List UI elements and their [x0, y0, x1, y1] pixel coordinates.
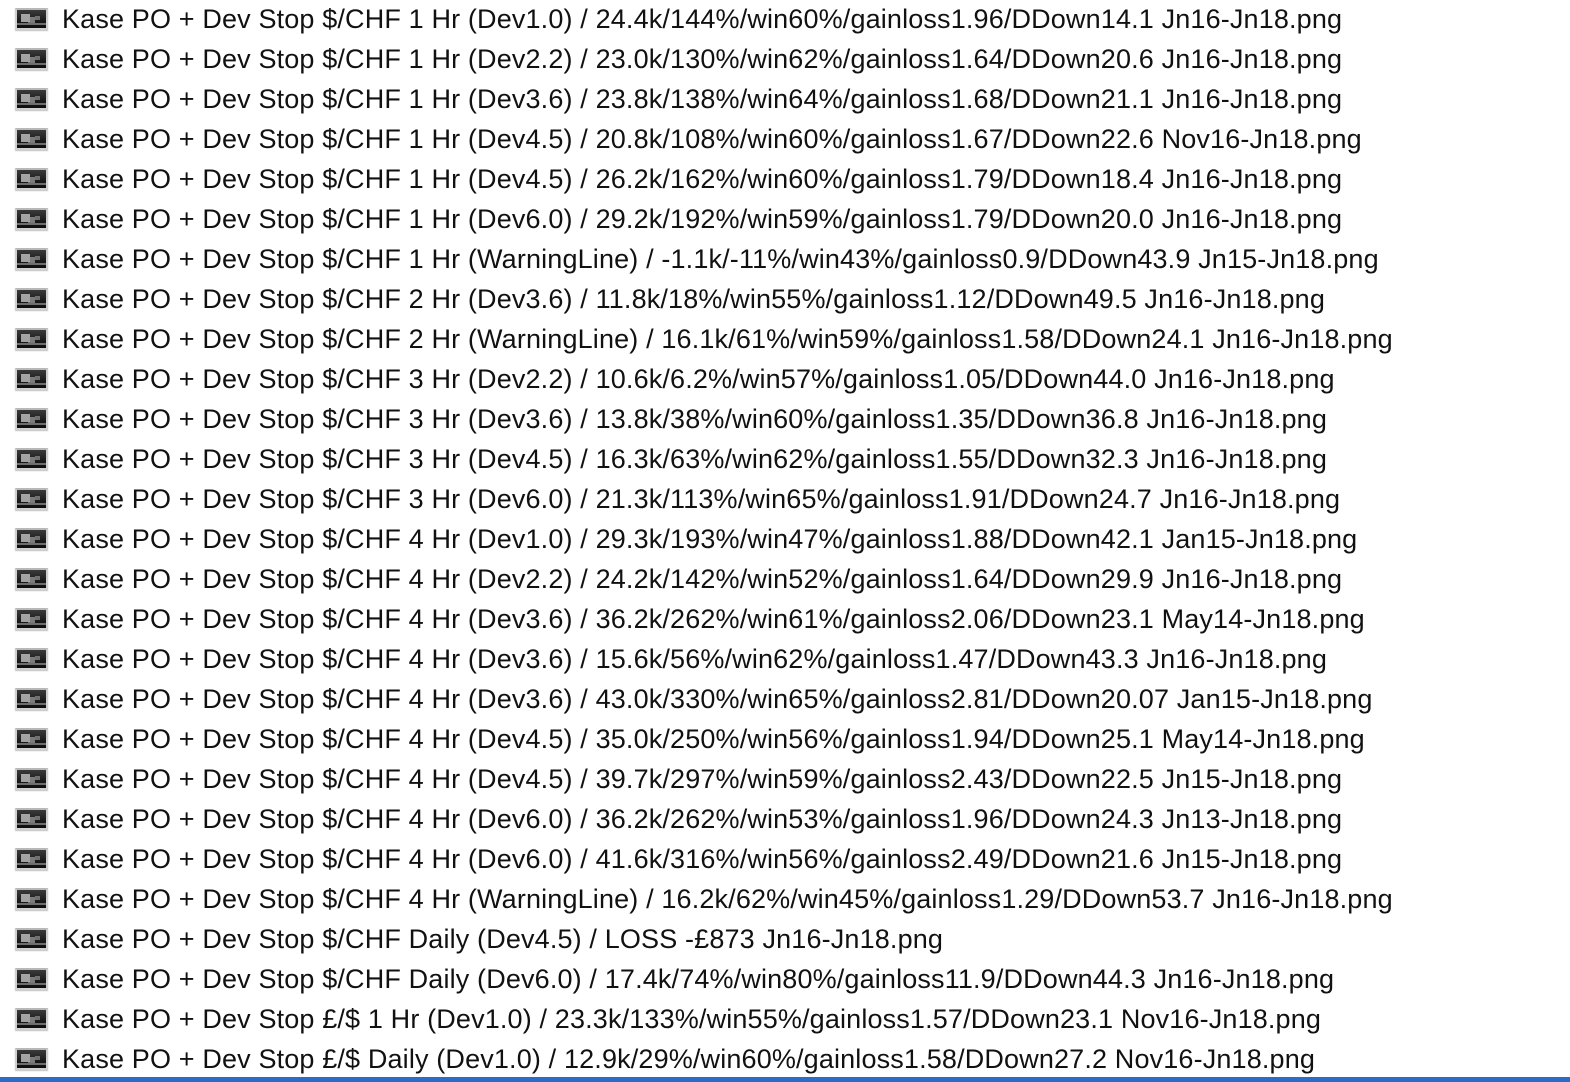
file-row[interactable]: Kase PO + Dev Stop $/CHF 4 Hr (WarningLi…: [0, 880, 1570, 920]
image-file-icon[interactable]: [15, 968, 48, 990]
file-row[interactable]: Kase PO + Dev Stop $/CHF 4 Hr (Dev3.6) /…: [0, 640, 1570, 680]
image-file-icon[interactable]: [15, 328, 48, 350]
file-name[interactable]: Kase PO + Dev Stop $/CHF 4 Hr (Dev3.6) /…: [62, 600, 1365, 640]
file-name[interactable]: Kase PO + Dev Stop $/CHF 4 Hr (Dev1.0) /…: [62, 520, 1357, 560]
file-name[interactable]: Kase PO + Dev Stop $/CHF 3 Hr (Dev6.0) /…: [62, 480, 1340, 520]
file-row[interactable]: Kase PO + Dev Stop $/CHF 3 Hr (Dev2.2) /…: [0, 360, 1570, 400]
image-file-icon[interactable]: [15, 168, 48, 190]
file-name[interactable]: Kase PO + Dev Stop $/CHF 4 Hr (Dev6.0) /…: [62, 800, 1342, 840]
file-name[interactable]: Kase PO + Dev Stop $/CHF 4 Hr (Dev4.5) /…: [62, 720, 1365, 760]
file-name[interactable]: Kase PO + Dev Stop $/CHF 4 Hr (Dev2.2) /…: [62, 560, 1342, 600]
file-row[interactable]: Kase PO + Dev Stop £/$ Daily (Dev1.0) / …: [0, 1040, 1570, 1077]
image-file-icon[interactable]: [15, 848, 48, 870]
file-name[interactable]: Kase PO + Dev Stop $/CHF 3 Hr (Dev3.6) /…: [62, 400, 1327, 440]
file-name[interactable]: Kase PO + Dev Stop $/CHF Daily (Dev6.0) …: [62, 960, 1334, 1000]
file-row[interactable]: Kase PO + Dev Stop $/CHF Daily (Dev4.5) …: [0, 920, 1570, 960]
file-name[interactable]: Kase PO + Dev Stop $/CHF 1 Hr (Dev6.0) /…: [62, 200, 1342, 240]
image-file-icon[interactable]: [15, 608, 48, 630]
image-file-icon[interactable]: [15, 1048, 48, 1070]
file-row[interactable]: Kase PO + Dev Stop $/CHF 4 Hr (Dev6.0) /…: [0, 800, 1570, 840]
image-file-icon[interactable]: [15, 768, 48, 790]
file-name[interactable]: Kase PO + Dev Stop $/CHF 1 Hr (WarningLi…: [62, 240, 1379, 280]
file-name[interactable]: Kase PO + Dev Stop $/CHF 4 Hr (Dev3.6) /…: [62, 680, 1373, 720]
file-name[interactable]: Kase PO + Dev Stop $/CHF 4 Hr (Dev3.6) /…: [62, 640, 1327, 680]
image-file-icon[interactable]: [15, 208, 48, 230]
image-file-icon[interactable]: [15, 488, 48, 510]
file-name[interactable]: Kase PO + Dev Stop $/CHF Daily (Dev4.5) …: [62, 920, 943, 960]
file-row[interactable]: Kase PO + Dev Stop $/CHF 4 Hr (Dev3.6) /…: [0, 680, 1570, 720]
file-row[interactable]: Kase PO + Dev Stop $/CHF 4 Hr (Dev4.5) /…: [0, 760, 1570, 800]
file-name[interactable]: Kase PO + Dev Stop $/CHF 2 Hr (Dev3.6) /…: [62, 280, 1325, 320]
file-row[interactable]: Kase PO + Dev Stop $/CHF Daily (Dev6.0) …: [0, 960, 1570, 1000]
image-file-icon[interactable]: [15, 808, 48, 830]
file-row[interactable]: Kase PO + Dev Stop $/CHF 1 Hr (Dev1.0) /…: [0, 0, 1570, 40]
image-file-icon[interactable]: [15, 1008, 48, 1030]
image-file-icon[interactable]: [15, 128, 48, 150]
file-row[interactable]: Kase PO + Dev Stop $/CHF 2 Hr (Dev3.6) /…: [0, 280, 1570, 320]
file-name[interactable]: Kase PO + Dev Stop $/CHF 1 Hr (Dev3.6) /…: [62, 80, 1342, 120]
image-file-icon[interactable]: [15, 528, 48, 550]
image-file-icon[interactable]: [15, 568, 48, 590]
file-name[interactable]: Kase PO + Dev Stop $/CHF 3 Hr (Dev4.5) /…: [62, 440, 1327, 480]
file-name[interactable]: Kase PO + Dev Stop $/CHF 4 Hr (Dev6.0) /…: [62, 840, 1342, 880]
image-file-icon[interactable]: [15, 8, 48, 30]
file-row[interactable]: Kase PO + Dev Stop $/CHF 4 Hr (Dev2.2) /…: [0, 560, 1570, 600]
file-row[interactable]: Kase PO + Dev Stop $/CHF 3 Hr (Dev4.5) /…: [0, 440, 1570, 480]
file-row[interactable]: Kase PO + Dev Stop £/$ 1 Hr (Dev1.0) / 2…: [0, 1000, 1570, 1040]
file-list: Kase PO + Dev Stop $/CHF 1 Hr (Dev1.0) /…: [0, 0, 1570, 1077]
file-name[interactable]: Kase PO + Dev Stop $/CHF 4 Hr (Dev4.5) /…: [62, 760, 1342, 800]
image-file-icon[interactable]: [15, 408, 48, 430]
file-name[interactable]: Kase PO + Dev Stop $/CHF 2 Hr (WarningLi…: [62, 320, 1393, 360]
file-row[interactable]: Kase PO + Dev Stop $/CHF 1 Hr (Dev2.2) /…: [0, 40, 1570, 80]
image-file-icon[interactable]: [15, 288, 48, 310]
file-name[interactable]: Kase PO + Dev Stop $/CHF 4 Hr (WarningLi…: [62, 880, 1393, 920]
image-file-icon[interactable]: [15, 928, 48, 950]
file-row[interactable]: Kase PO + Dev Stop $/CHF 1 Hr (WarningLi…: [0, 240, 1570, 280]
selection-bar: [0, 1077, 1570, 1082]
file-name[interactable]: Kase PO + Dev Stop £/$ Daily (Dev1.0) / …: [62, 1040, 1315, 1077]
file-row[interactable]: Kase PO + Dev Stop $/CHF 2 Hr (WarningLi…: [0, 320, 1570, 360]
image-file-icon[interactable]: [15, 448, 48, 470]
file-row[interactable]: Kase PO + Dev Stop $/CHF 3 Hr (Dev3.6) /…: [0, 400, 1570, 440]
file-row[interactable]: Kase PO + Dev Stop $/CHF 4 Hr (Dev1.0) /…: [0, 520, 1570, 560]
file-name[interactable]: Kase PO + Dev Stop $/CHF 3 Hr (Dev2.2) /…: [62, 360, 1335, 400]
image-file-icon[interactable]: [15, 728, 48, 750]
image-file-icon[interactable]: [15, 368, 48, 390]
file-row[interactable]: Kase PO + Dev Stop $/CHF 4 Hr (Dev4.5) /…: [0, 720, 1570, 760]
file-name[interactable]: Kase PO + Dev Stop $/CHF 1 Hr (Dev4.5) /…: [62, 120, 1362, 160]
file-name[interactable]: Kase PO + Dev Stop £/$ 1 Hr (Dev1.0) / 2…: [62, 1000, 1321, 1040]
image-file-icon[interactable]: [15, 648, 48, 670]
image-file-icon[interactable]: [15, 48, 48, 70]
file-name[interactable]: Kase PO + Dev Stop $/CHF 1 Hr (Dev2.2) /…: [62, 40, 1342, 80]
file-row[interactable]: Kase PO + Dev Stop $/CHF 3 Hr (Dev6.0) /…: [0, 480, 1570, 520]
file-row[interactable]: Kase PO + Dev Stop $/CHF 1 Hr (Dev6.0) /…: [0, 200, 1570, 240]
image-file-icon[interactable]: [15, 88, 48, 110]
file-row[interactable]: Kase PO + Dev Stop $/CHF 1 Hr (Dev3.6) /…: [0, 80, 1570, 120]
image-file-icon[interactable]: [15, 248, 48, 270]
file-name[interactable]: Kase PO + Dev Stop $/CHF 1 Hr (Dev4.5) /…: [62, 160, 1342, 200]
file-row[interactable]: Kase PO + Dev Stop $/CHF 4 Hr (Dev3.6) /…: [0, 600, 1570, 640]
image-file-icon[interactable]: [15, 688, 48, 710]
image-file-icon[interactable]: [15, 888, 48, 910]
file-row[interactable]: Kase PO + Dev Stop $/CHF 1 Hr (Dev4.5) /…: [0, 160, 1570, 200]
file-row[interactable]: Kase PO + Dev Stop $/CHF 4 Hr (Dev6.0) /…: [0, 840, 1570, 880]
file-name[interactable]: Kase PO + Dev Stop $/CHF 1 Hr (Dev1.0) /…: [62, 0, 1342, 40]
file-row[interactable]: Kase PO + Dev Stop $/CHF 1 Hr (Dev4.5) /…: [0, 120, 1570, 160]
